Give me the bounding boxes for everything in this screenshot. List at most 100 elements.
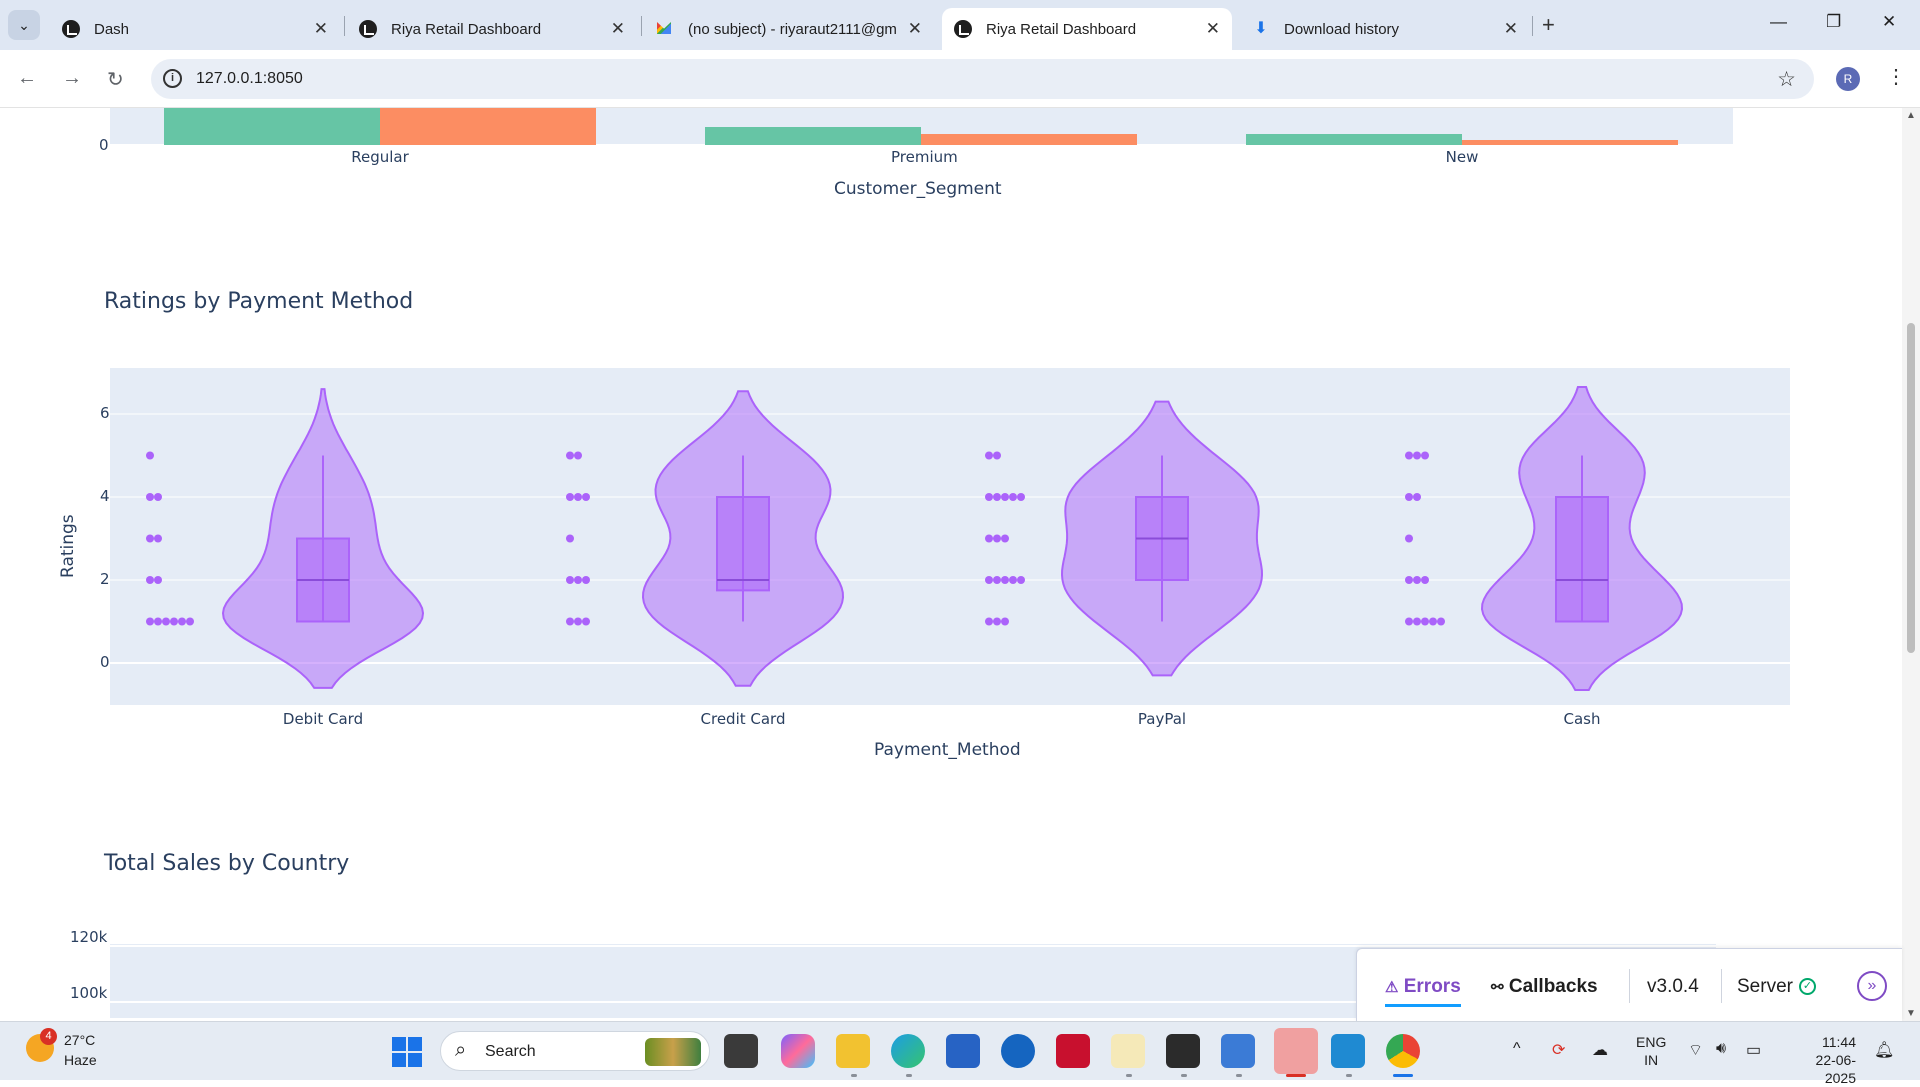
python-file-icon[interactable]	[1111, 1034, 1145, 1068]
collapse-debug-icon[interactable]: »	[1857, 971, 1887, 1001]
tab-gmail[interactable]: (no subject) - riyaraut2111@gm ✕	[644, 8, 934, 50]
back-arrow-icon[interactable]: ←	[17, 67, 37, 90]
violin-point	[1017, 576, 1025, 584]
violin-point	[1009, 493, 1017, 501]
tab-dash[interactable]: Dash ✕	[50, 8, 340, 50]
sync-icon[interactable]: ⟳	[1552, 1040, 1565, 1060]
payment-y-tick: 4	[100, 487, 110, 505]
tab-title: Dash	[94, 20, 130, 38]
dash-icon	[62, 20, 80, 38]
server-status[interactable]: Server ✓	[1737, 976, 1816, 998]
violin-box	[1555, 496, 1609, 623]
file-explorer-icon[interactable]	[836, 1034, 870, 1068]
chevron-up-icon[interactable]: ^	[1513, 1040, 1521, 1058]
volume-icon[interactable]: 🔊︎	[1716, 1040, 1726, 1058]
lang-region: IN	[1644, 1052, 1659, 1068]
callbacks-tab[interactable]: ⚯ Callbacks	[1491, 976, 1598, 998]
tab-separator	[344, 16, 345, 36]
store-icon[interactable]	[946, 1034, 980, 1068]
errors-tab[interactable]: ⚠ Errors	[1385, 976, 1461, 1007]
tab-separator	[641, 16, 642, 36]
warning-icon: ⚠	[1385, 979, 1399, 996]
minimize-icon[interactable]: —	[1770, 12, 1787, 32]
segment-x-tick: New	[1445, 148, 1479, 166]
violin-point	[566, 617, 574, 626]
violin-point	[985, 576, 993, 584]
tab-riya-dashboard-1[interactable]: Riya Retail Dashboard ✕	[347, 8, 637, 50]
window-close-icon[interactable]: ✕	[1882, 12, 1896, 32]
violin-point	[146, 576, 154, 584]
tab-strip: ⌄ Dash ✕ Riya Retail Dashboard ✕ (no sub…	[0, 0, 1920, 50]
violin-point	[1421, 576, 1429, 584]
dell-icon[interactable]	[1001, 1034, 1035, 1068]
violin-point	[566, 493, 574, 501]
chrome-icon[interactable]	[1386, 1034, 1420, 1068]
reload-icon[interactable]: ↻	[107, 67, 124, 92]
tab-riya-dashboard-active[interactable]: Riya Retail Dashboard ✕	[942, 8, 1232, 50]
divider	[1721, 969, 1722, 1003]
tab-download-history[interactable]: ⬇ Download history ✕	[1240, 8, 1530, 50]
country-y-tick-120k: 120k	[70, 928, 108, 946]
violin-point	[985, 617, 993, 626]
segment-bar	[705, 127, 921, 145]
close-icon[interactable]: ✕	[1504, 19, 1518, 39]
close-icon[interactable]: ✕	[611, 19, 625, 39]
running-indicator	[851, 1074, 857, 1077]
help-app-icon[interactable]	[1274, 1028, 1318, 1074]
url-text[interactable]: 127.0.0.1:8050	[196, 70, 303, 88]
segment-bar	[1462, 140, 1678, 145]
close-icon[interactable]: ✕	[314, 19, 328, 39]
errors-label: Errors	[1403, 976, 1461, 997]
violin-point	[1001, 493, 1009, 501]
wifi-icon[interactable]: ⌔	[1688, 1040, 1703, 1060]
copilot-icon[interactable]	[781, 1034, 815, 1068]
violin-point	[146, 493, 154, 501]
battery-icon[interactable]: ▭	[1746, 1040, 1761, 1060]
violin-point	[985, 451, 993, 460]
violin-point	[1421, 451, 1429, 460]
violin-point	[993, 493, 1001, 501]
callbacks-icon: ⚯	[1491, 979, 1504, 996]
profile-avatar[interactable]: R	[1836, 67, 1860, 91]
restore-icon[interactable]: ❐	[1826, 12, 1841, 32]
scroll-down-icon[interactable]: ▼	[1906, 1008, 1916, 1019]
address-bar[interactable]: i 127.0.0.1:8050 ☆	[151, 59, 1814, 99]
violin-point	[993, 576, 1001, 584]
violin-point	[1421, 617, 1429, 626]
segment-x-tick: Regular	[351, 148, 409, 166]
violin-point	[574, 493, 582, 501]
close-icon[interactable]: ✕	[1206, 19, 1220, 39]
new-tab-button[interactable]: +	[1542, 12, 1555, 38]
violin-point	[146, 534, 154, 543]
browser-menu-icon[interactable]: ⋮	[1886, 64, 1906, 89]
violin-point	[1405, 534, 1413, 543]
search-highlight-image	[645, 1038, 701, 1066]
violin-point	[170, 617, 178, 626]
onedrive-icon[interactable]: ☁	[1592, 1040, 1608, 1060]
edge-icon[interactable]	[891, 1034, 925, 1068]
running-indicator	[1236, 1074, 1242, 1077]
tab-search-button[interactable]: ⌄	[8, 10, 40, 40]
clock[interactable]: 11:44 22-06-2025	[1786, 1033, 1856, 1087]
forward-arrow-icon[interactable]: →	[62, 67, 82, 90]
task-view-icon[interactable]	[724, 1034, 758, 1068]
page-scrollbar[interactable]: ▲ ▼	[1902, 108, 1920, 1021]
notification-bell-icon[interactable]: 🔔︎	[1874, 1040, 1894, 1060]
tab-separator	[1532, 16, 1533, 36]
dashboard-page: 0 Regular Premium New Customer_Segment Rat…	[0, 108, 1902, 1021]
terminal-icon[interactable]	[1166, 1034, 1200, 1068]
site-info-icon[interactable]: i	[163, 69, 182, 88]
dash-debug-menu: ⚠ Errors ⚯ Callbacks v3.0.4 Server ✓ »	[1356, 948, 1902, 1021]
bookmark-star-icon[interactable]: ☆	[1777, 67, 1796, 92]
windows-start-icon[interactable]	[392, 1037, 422, 1067]
scroll-up-icon[interactable]: ▲	[1906, 110, 1916, 121]
notepad-icon[interactable]	[1221, 1034, 1255, 1068]
temperature: 27°C	[64, 1032, 96, 1048]
scroll-thumb[interactable]	[1907, 323, 1915, 653]
vscode-icon[interactable]	[1331, 1034, 1365, 1068]
language-indicator[interactable]: ENG IN	[1636, 1033, 1666, 1069]
taskbar-search[interactable]: ⌕ Search	[440, 1031, 710, 1071]
close-icon[interactable]: ✕	[908, 19, 922, 39]
mcafee-icon[interactable]	[1056, 1034, 1090, 1068]
violin-point	[1017, 493, 1025, 501]
